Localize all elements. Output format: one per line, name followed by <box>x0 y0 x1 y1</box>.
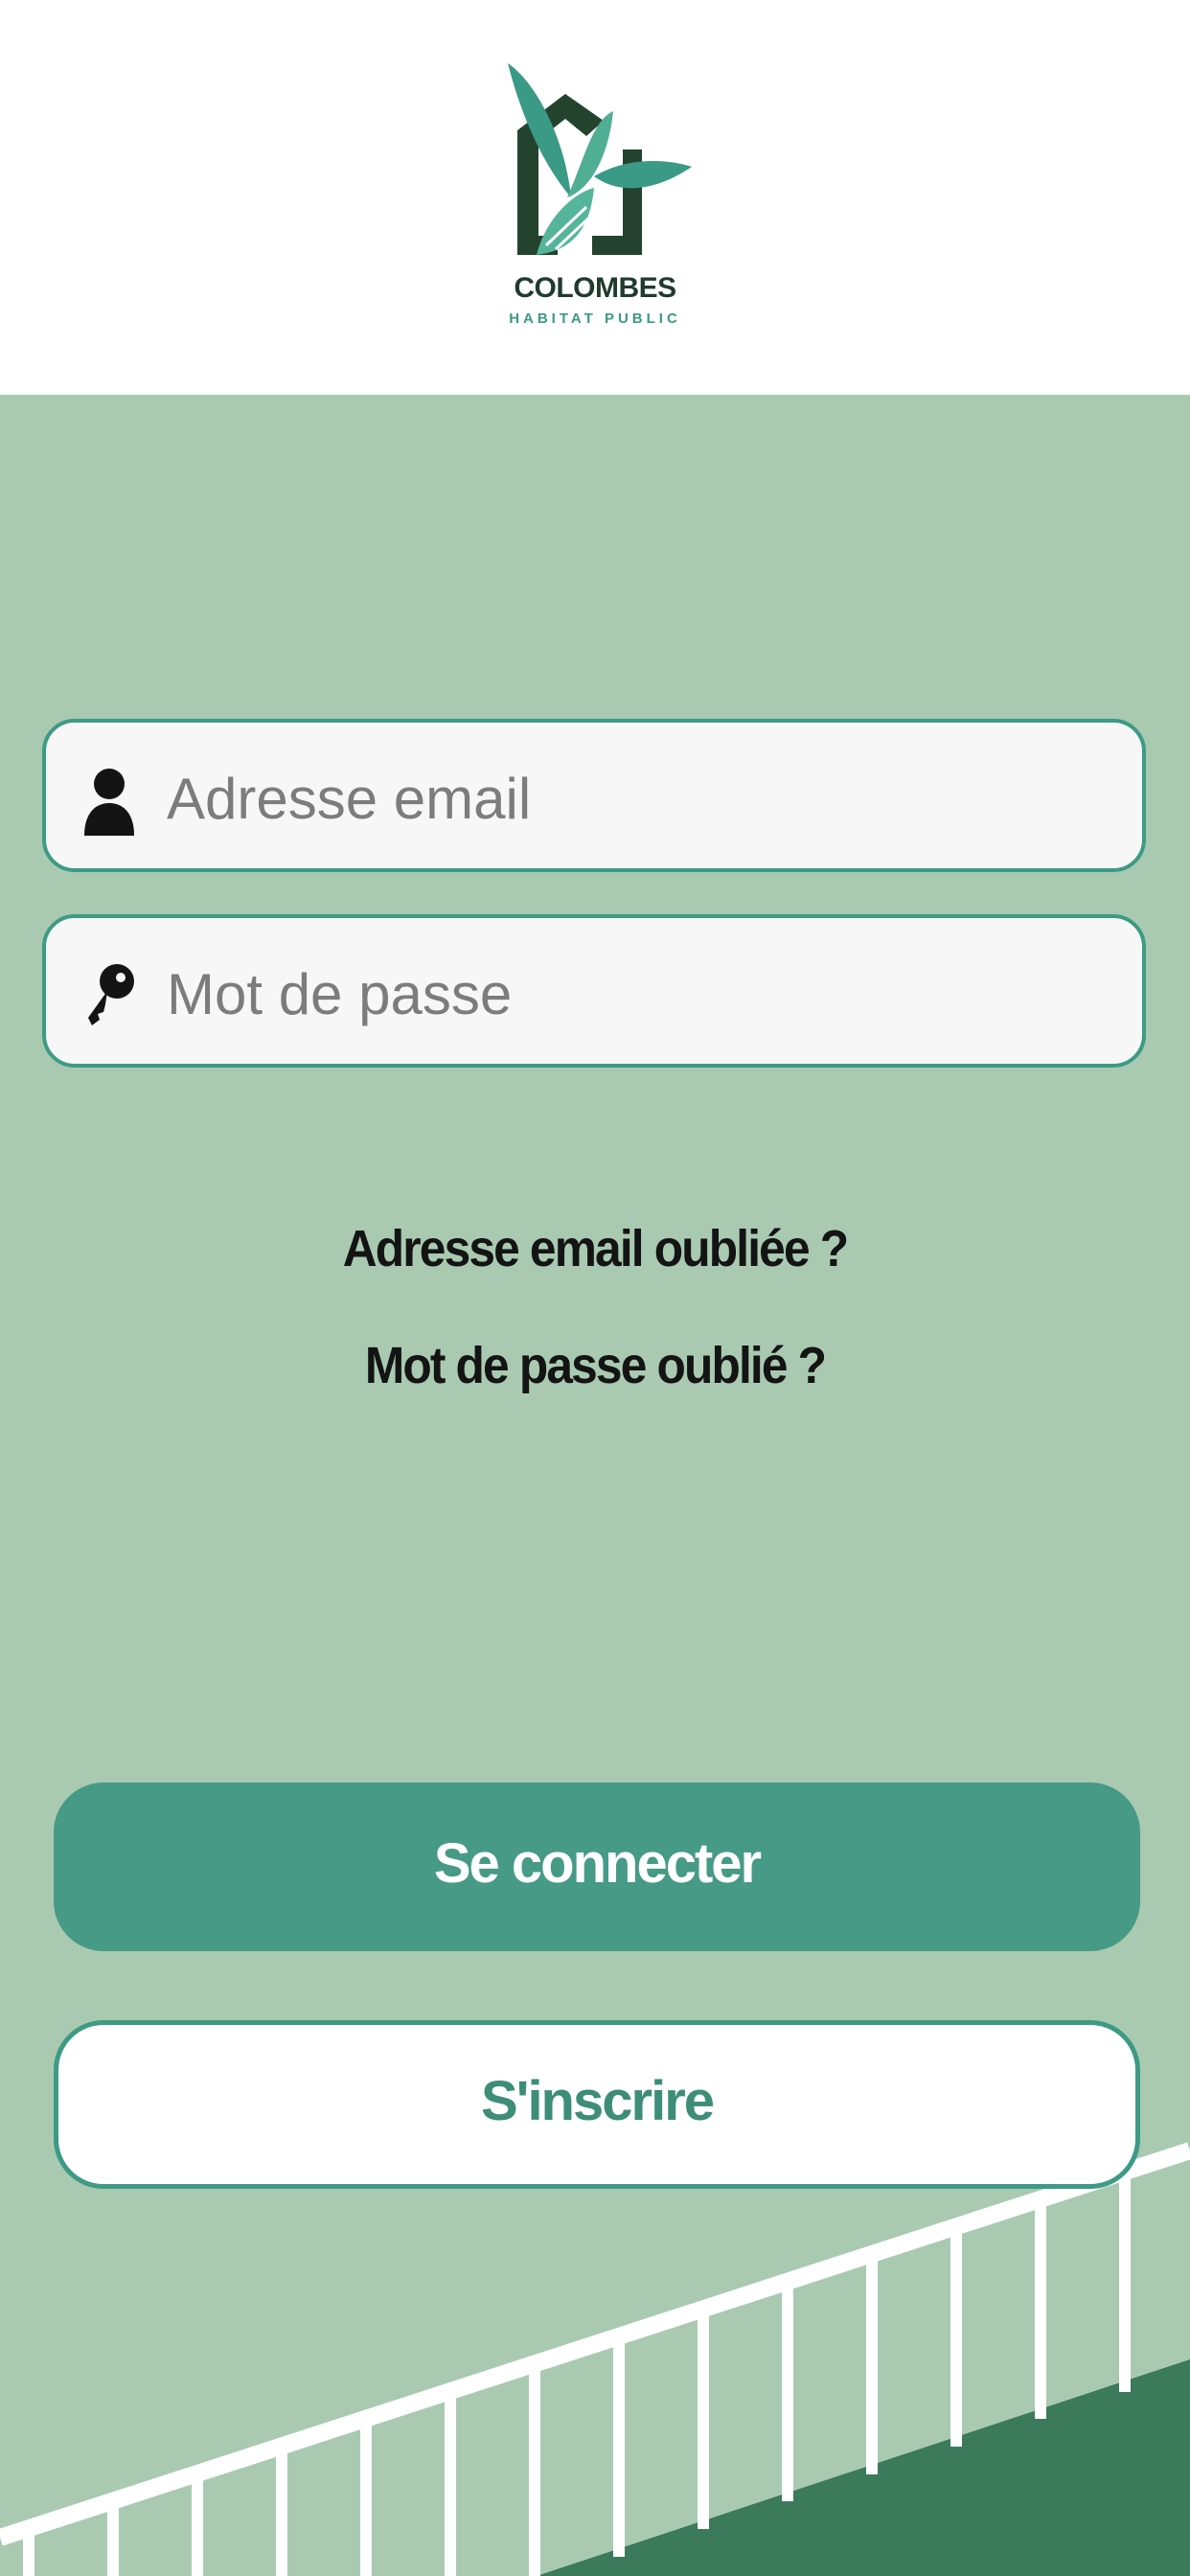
email-input[interactable] <box>165 742 1117 855</box>
user-icon <box>84 769 134 836</box>
brand-subtitle: HABITAT PUBLIC <box>509 310 681 327</box>
key-icon <box>88 964 134 1025</box>
forgot-password-link[interactable]: Mot de passe oublié ? <box>48 1336 1143 1395</box>
email-field[interactable] <box>42 719 1146 872</box>
brand-logo: COLOMBES HABITAT PUBLIC <box>479 54 711 341</box>
signup-button[interactable]: S'inscrire <box>54 2020 1140 2189</box>
password-field[interactable] <box>42 914 1146 1068</box>
header: COLOMBES HABITAT PUBLIC <box>0 0 1190 395</box>
login-button[interactable]: Se connecter <box>54 1782 1140 1951</box>
login-panel: Adresse email oubliée ? Mot de passe oub… <box>0 395 1190 2576</box>
password-input[interactable] <box>165 937 1117 1050</box>
bird-logo-icon <box>508 63 692 255</box>
forgot-email-link[interactable]: Adresse email oubliée ? <box>48 1219 1143 1278</box>
brand-name: COLOMBES <box>514 272 676 304</box>
